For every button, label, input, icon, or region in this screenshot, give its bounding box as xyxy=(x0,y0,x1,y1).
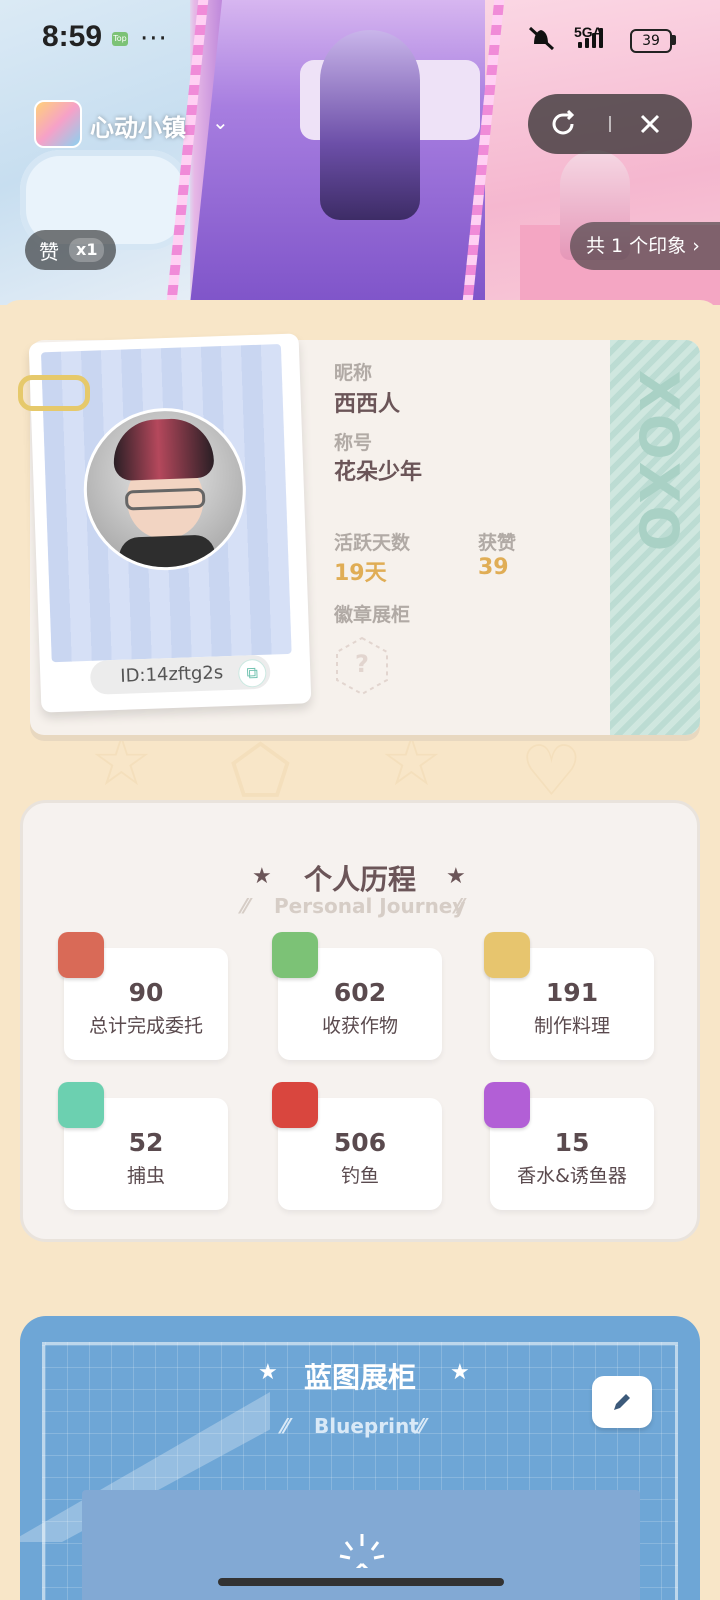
stat-label: 香水&诱鱼器 xyxy=(517,1165,627,1187)
stat-value: 506 xyxy=(333,1128,387,1157)
paper-clip-icon xyxy=(18,375,90,411)
calendar-icon xyxy=(58,932,104,978)
blueprint-subtitle: Blueprint xyxy=(314,1414,419,1438)
battery-indicator: 39 xyxy=(630,29,672,53)
like-count: x1 xyxy=(69,238,105,262)
battery-tip xyxy=(672,35,676,45)
character-figure xyxy=(320,30,420,220)
slash-icon: ⁄⁄ xyxy=(456,894,463,918)
stat-label: 总计完成委托 xyxy=(88,1015,203,1037)
star-icon: ★ xyxy=(258,1360,278,1385)
ticket-word: XOXO xyxy=(627,370,690,556)
app-name[interactable]: 心动小镇 xyxy=(90,108,186,143)
stat-label: 收获作物 xyxy=(321,1015,398,1037)
silent-bell-icon xyxy=(528,26,555,51)
received-likes-value: 39 xyxy=(478,555,509,580)
perfume-bottle-icon xyxy=(484,1082,530,1128)
star-icon: ★ xyxy=(450,1360,470,1385)
capsule-divider xyxy=(609,116,611,132)
badge-placeholder: ? xyxy=(355,650,369,678)
bug-net-icon xyxy=(58,1082,104,1128)
received-likes-label: 获赞 xyxy=(478,532,517,554)
watering-can-icon xyxy=(272,932,318,978)
mini-app-badge: Top xyxy=(112,32,128,46)
slash-icon: ⁄⁄ xyxy=(282,1414,289,1438)
stat-value: 90 xyxy=(128,978,164,1007)
chevron-down-icon[interactable]: ⌄ xyxy=(212,110,229,134)
avatar-hair xyxy=(112,417,215,481)
empty-badge-slot[interactable]: ? xyxy=(334,636,390,696)
stat-value: 15 xyxy=(554,1128,590,1157)
journey-subtitle: Personal Journey xyxy=(274,894,466,918)
fishing-rod-icon xyxy=(272,1082,318,1128)
pencil-icon xyxy=(614,1394,630,1410)
stove-icon xyxy=(484,932,530,978)
like-pill[interactable]: 赞 x1 xyxy=(25,230,117,270)
nickname-label: 昵称 xyxy=(334,362,373,384)
share-icon[interactable] xyxy=(548,109,578,139)
app-icon[interactable] xyxy=(34,100,82,148)
badge-cabinet-label: 徽章展柜 xyxy=(334,604,411,626)
signal-icon xyxy=(578,26,608,48)
close-icon[interactable] xyxy=(636,110,664,138)
more-dots: ··· xyxy=(140,24,168,54)
active-days-label: 活跃天数 xyxy=(334,532,411,554)
slash-icon: ⁄⁄ xyxy=(242,894,249,918)
impressions-button[interactable]: 共 1 个印象 › xyxy=(570,222,720,270)
sparkle-icon xyxy=(339,1534,385,1568)
slash-icon: ⁄⁄ xyxy=(418,1414,425,1438)
nickname-value: 西西人 xyxy=(334,392,401,417)
journey-title: 个人历程 xyxy=(304,863,417,896)
stat-value: 191 xyxy=(545,978,599,1007)
active-days-value: 19天 xyxy=(334,561,387,586)
title-label: 称号 xyxy=(334,432,373,454)
title-value: 花朵少年 xyxy=(334,460,423,485)
blueprint-title: 蓝图展柜 xyxy=(304,1361,417,1394)
stat-label: 钓鱼 xyxy=(340,1165,379,1187)
avatar-glasses xyxy=(124,487,206,511)
star-icon: ★ xyxy=(446,864,466,889)
stat-label: 制作料理 xyxy=(533,1015,610,1037)
miniapp-capsule xyxy=(528,94,692,154)
stat-label: 捕虫 xyxy=(126,1165,165,1187)
edit-blueprint-button[interactable] xyxy=(592,1376,652,1428)
stat-value: 52 xyxy=(128,1128,164,1157)
stat-value: 602 xyxy=(333,978,387,1007)
star-icon: ★ xyxy=(252,864,272,889)
home-indicator[interactable] xyxy=(218,1578,504,1586)
like-label: 赞 xyxy=(39,239,59,264)
status-time: 8:59 xyxy=(42,20,103,53)
